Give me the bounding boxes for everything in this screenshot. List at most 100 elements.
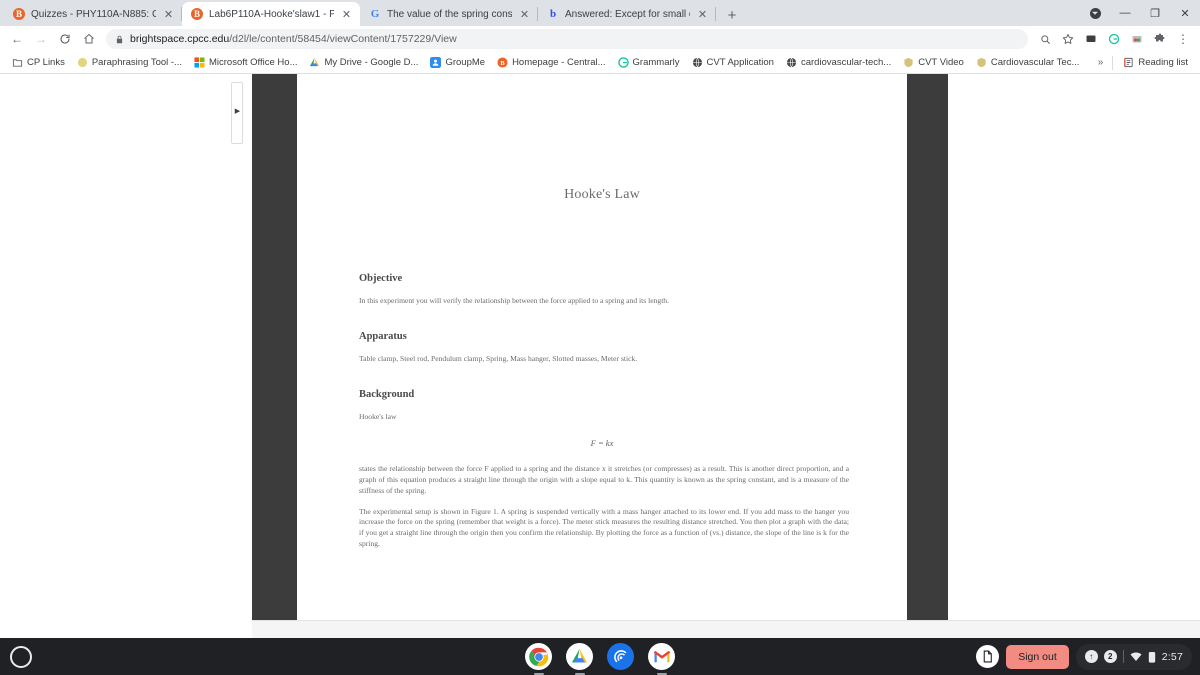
notification-count-badge[interactable]: 2 — [1103, 650, 1117, 663]
bookmark-grammarly[interactable]: Grammarly — [612, 54, 686, 72]
bookmark-label: Microsoft Office Ho... — [208, 57, 298, 68]
apparatus-paragraph: Table clamp, Steel rod, Pendulum clamp, … — [359, 353, 638, 363]
background-intro-paragraph: Hooke's law — [359, 411, 397, 421]
reading-list-icon — [1123, 57, 1134, 68]
toolbar-right-group: ⋮ — [1034, 28, 1194, 50]
shield-icon — [976, 57, 987, 68]
bookmarks-bar: CP Links Paraphrasing Tool -... Microsof… — [0, 52, 1200, 74]
chrome-icon[interactable] — [525, 643, 552, 670]
profile-avatar-icon[interactable] — [1080, 0, 1110, 26]
browser-toolbar: ← → brightspace.cpcc.edu/d2l/le/content/… — [0, 26, 1200, 52]
window-controls: — ❐ ✕ — [1080, 0, 1200, 26]
svg-text:B: B — [500, 60, 505, 67]
cast-icon[interactable] — [1080, 28, 1102, 50]
files-app-icon[interactable] — [976, 645, 1000, 668]
battery-icon[interactable] — [1148, 651, 1156, 663]
back-icon[interactable]: ← — [6, 28, 28, 50]
bookmark-star-icon[interactable] — [1057, 28, 1079, 50]
tab-close-button[interactable]: ✕ — [696, 8, 709, 21]
section-heading-objective: Objective — [359, 273, 403, 284]
minimize-button[interactable]: — — [1110, 0, 1140, 26]
background-paragraph-1: states the relationship between the forc… — [359, 464, 849, 495]
bookmark-my-drive[interactable]: My Drive - Google D... — [303, 54, 424, 72]
bookmark-label: Paraphrasing Tool -... — [91, 57, 182, 68]
url-path: /d2l/le/content/58454/viewContent/175722… — [229, 33, 457, 45]
document-page: Hooke's Law Objective In this experiment… — [297, 74, 907, 606]
url-host: brightspace.cpcc.edu — [130, 33, 230, 45]
tab-title: Answered: Except for small chan — [565, 8, 690, 20]
reading-list-button[interactable]: Reading list — [1117, 54, 1194, 72]
address-bar[interactable]: brightspace.cpcc.edu/d2l/le/content/5845… — [106, 29, 1028, 49]
brainly-icon: b — [549, 7, 557, 20]
grammarly-icon — [617, 57, 629, 68]
lock-icon — [115, 35, 124, 44]
launcher-button[interactable] — [10, 645, 32, 668]
tab-close-button[interactable]: ✕ — [162, 8, 175, 21]
bookmark-cardiovascular-tec[interactable]: Cardiovascular Tec... — [970, 54, 1086, 72]
bookmark-microsoft-office[interactable]: Microsoft Office Ho... — [188, 54, 304, 72]
sign-out-button[interactable]: Sign out — [1006, 644, 1069, 669]
bookmark-label: cardiovascular-tech... — [800, 57, 892, 68]
wifi-icon[interactable] — [1130, 651, 1142, 662]
browser-tab-0[interactable]: B Quizzes - PHY110A-N885: Conce ✕ — [4, 2, 182, 26]
background-paragraph-2: The experimental setup is shown in Figur… — [359, 506, 849, 549]
viewer-bottom-strip — [252, 620, 1200, 638]
maximize-button[interactable]: ❐ — [1140, 0, 1170, 26]
bookmark-paraphrasing-tool[interactable]: Paraphrasing Tool -... — [71, 54, 188, 72]
tab-close-button[interactable]: ✕ — [340, 8, 353, 21]
browser-tab-2[interactable]: G The value of the spring constant ✕ — [360, 2, 538, 26]
clock-time: 2:57 — [1161, 650, 1183, 663]
bookmark-label: CVT Application — [706, 57, 774, 68]
screenshot-icon[interactable] — [1126, 28, 1148, 50]
tab-strip: B Quizzes - PHY110A-N885: Conce ✕ B Lab6… — [0, 0, 1200, 26]
reload-icon[interactable] — [54, 28, 76, 50]
upload-icon[interactable]: ↑ — [1084, 650, 1098, 663]
bookmarks-divider — [1112, 55, 1114, 70]
microsoft-icon — [194, 57, 205, 68]
bookmarks-overflow-button[interactable]: » — [1093, 57, 1109, 68]
status-tray[interactable]: ↑ 2 2:57 — [1075, 643, 1192, 670]
tab-title: Lab6P110A-Hooke'slaw1 - PHY1 — [209, 8, 334, 20]
shelf-status-area: Sign out ↑ 2 2:57 — [976, 643, 1192, 670]
shelf-app-list — [525, 643, 675, 670]
forward-icon[interactable]: → — [30, 28, 52, 50]
bookmark-label: Grammarly — [632, 57, 680, 68]
extensions-puzzle-icon[interactable] — [1149, 28, 1171, 50]
browser-tab-1-active[interactable]: B Lab6P110A-Hooke'slaw1 - PHY1 ✕ — [182, 2, 360, 26]
viewer-gutter-right — [907, 74, 948, 620]
url-text: brightspace.cpcc.edu/d2l/le/content/5845… — [130, 33, 457, 45]
bookmark-label: Homepage - Central... — [512, 57, 606, 68]
close-window-button[interactable]: ✕ — [1170, 0, 1200, 26]
bookmark-homepage-central[interactable]: B Homepage - Central... — [491, 54, 611, 72]
browser-tab-3[interactable]: b Answered: Except for small chan ✕ — [538, 2, 716, 26]
tray-divider — [1122, 650, 1124, 663]
page-title: Hooke's Law — [564, 187, 640, 202]
section-heading-apparatus: Apparatus — [359, 330, 407, 342]
expand-panel-handle-icon[interactable]: ▶ — [234, 106, 241, 115]
bookmark-groupme[interactable]: GroupMe — [424, 54, 491, 72]
bookmark-cvt-application[interactable]: CVT Application — [686, 54, 780, 72]
new-tab-button[interactable]: + — [720, 4, 744, 26]
scanner-icon[interactable] — [607, 643, 634, 670]
tab-title: Quizzes - PHY110A-N885: Conce — [31, 8, 156, 20]
bookmark-cvt-video[interactable]: CVT Video — [897, 54, 970, 72]
chromeos-shelf: Sign out ↑ 2 2:57 — [0, 638, 1200, 675]
search-icon[interactable] — [1034, 28, 1056, 50]
content-viewer: ▶ Hooke's Law Objective In this experime… — [0, 74, 1200, 638]
section-heading-background: Background — [359, 388, 415, 400]
google-drive-icon — [309, 57, 320, 68]
home-icon[interactable] — [78, 28, 100, 50]
brightspace-icon: B — [191, 8, 203, 20]
viewer-left-rail: ▶ — [0, 74, 252, 638]
quillbot-icon — [77, 57, 88, 68]
bookmark-label: CP Links — [27, 57, 65, 68]
bookmark-cardiovascular-tech[interactable]: cardiovascular-tech... — [780, 54, 897, 72]
tab-close-button[interactable]: ✕ — [518, 8, 531, 21]
google-drive-icon[interactable] — [566, 643, 593, 670]
shield-icon — [903, 57, 914, 68]
grammarly-icon[interactable] — [1103, 28, 1125, 50]
gmail-icon[interactable] — [648, 643, 675, 670]
browser-menu-icon[interactable]: ⋮ — [1172, 28, 1194, 50]
brightspace-icon: B — [13, 8, 25, 20]
bookmark-cp-links[interactable]: CP Links — [6, 54, 71, 72]
